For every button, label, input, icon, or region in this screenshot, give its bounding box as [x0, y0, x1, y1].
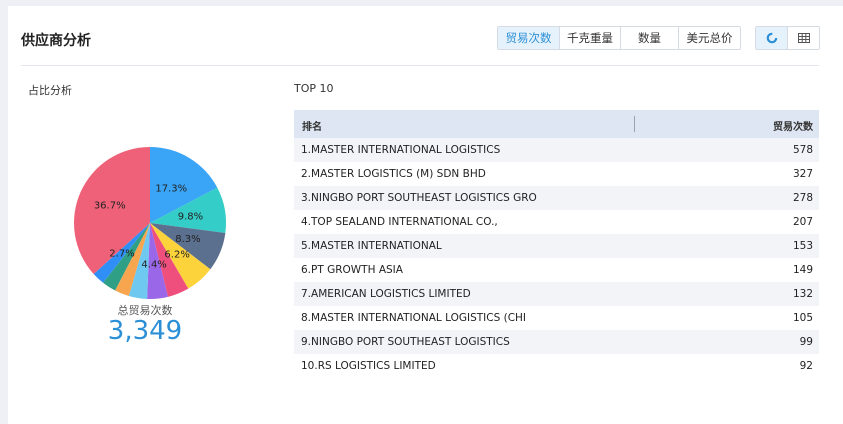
table-row[interactable]: 4.TOP SEALAND INTERNATIONAL CO., 207 — [294, 210, 819, 234]
table-row[interactable]: 2.MASTER LOGISTICS (M) SDN BHD 327 — [294, 162, 819, 186]
share-pie-chart: 17.3% 9.8% 8.3% 6.2%4.4% 2.7% 36.7% — [74, 147, 227, 300]
supplier-name: 2.MASTER LOGISTICS (M) SDN BHD — [301, 168, 486, 180]
pie-slice-label: 9.8% — [178, 211, 203, 222]
top10-table: 排名 贸易次数 1.MASTER INTERNATIONAL LOGISTICS… — [294, 110, 819, 378]
tab-usd-total[interactable]: 美元总价 — [679, 27, 740, 49]
trade-count: 207 — [792, 216, 813, 228]
supplier-name: 3.NINGBO PORT SOUTHEAST LOGISTICS GRO — [301, 192, 537, 204]
supplier-name: 6.PT GROWTH ASIA — [301, 264, 403, 276]
trade-count: 578 — [792, 144, 813, 156]
pie-slice-label: 2.7% — [109, 249, 134, 260]
table-row[interactable]: 5.MASTER INTERNATIONAL 153 — [294, 234, 819, 258]
trade-count: 92 — [799, 360, 813, 372]
trade-count: 132 — [792, 288, 813, 300]
pie-slice-label: 6.2% — [164, 249, 189, 260]
tab-quantity[interactable]: 数量 — [621, 27, 679, 49]
pie-slice-label: 36.7% — [94, 201, 126, 212]
table-row[interactable]: 6.PT GROWTH ASIA 149 — [294, 258, 819, 282]
supplier-name: 1.MASTER INTERNATIONAL LOGISTICS — [301, 144, 501, 156]
trade-count: 105 — [792, 312, 813, 324]
column-resize-handle[interactable] — [634, 116, 635, 132]
table-row[interactable]: 10.RS LOGISTICS LIMITED 92 — [294, 354, 819, 378]
supplier-name: 5.MASTER INTERNATIONAL — [301, 240, 442, 252]
table-row[interactable]: 1.MASTER INTERNATIONAL LOGISTICS 578 — [294, 138, 819, 162]
pie-slice-label: 8.3% — [175, 234, 200, 245]
metric-tabs: 贸易次数 千克重量 数量 美元总价 — [497, 26, 741, 50]
supplier-name: 9.NINGBO PORT SOUTHEAST LOGISTICS — [301, 336, 510, 348]
tab-kg-weight[interactable]: 千克重量 — [560, 27, 621, 49]
pie-slice-label: 4.4% — [141, 259, 166, 270]
view-toggle — [755, 26, 820, 50]
trade-count: 278 — [792, 192, 813, 204]
total-trade-value: 3,349 — [107, 316, 183, 346]
donut-chart-icon — [766, 32, 777, 44]
table-view-button[interactable] — [788, 27, 819, 49]
table-header: 排名 贸易次数 — [294, 110, 819, 138]
supplier-name: 8.MASTER INTERNATIONAL LOGISTICS (CHI — [301, 312, 527, 324]
trade-count-column-header[interactable]: 贸易次数 — [773, 118, 813, 133]
table-row[interactable]: 7.AMERICAN LOGISTICS LIMITED 132 — [294, 282, 819, 306]
header-divider — [21, 65, 819, 66]
share-analysis-title: 占比分析 — [28, 84, 72, 97]
table-row[interactable]: 8.MASTER INTERNATIONAL LOGISTICS (CHI 105 — [294, 306, 819, 330]
table-row[interactable]: 3.NINGBO PORT SOUTHEAST LOGISTICS GRO 278 — [294, 186, 819, 210]
panel-title: 供应商分析 — [21, 33, 91, 49]
trade-count: 149 — [792, 264, 813, 276]
supplier-name: 4.TOP SEALAND INTERNATIONAL CO., — [301, 216, 498, 228]
table-row[interactable]: 9.NINGBO PORT SOUTHEAST LOGISTICS 99 — [294, 330, 819, 354]
table-grid-icon — [797, 33, 810, 43]
trade-count: 153 — [792, 240, 813, 252]
supplier-name: 10.RS LOGISTICS LIMITED — [301, 360, 436, 372]
rank-column-header[interactable]: 排名 — [302, 118, 322, 133]
trade-count: 99 — [799, 336, 813, 348]
tab-trade-count[interactable]: 贸易次数 — [498, 27, 560, 49]
top10-title: TOP 10 — [294, 82, 334, 95]
donut-view-button[interactable] — [756, 27, 788, 49]
pie-slice-label: 17.3% — [155, 183, 187, 194]
supplier-name: 7.AMERICAN LOGISTICS LIMITED — [301, 288, 471, 300]
trade-count: 327 — [792, 168, 813, 180]
